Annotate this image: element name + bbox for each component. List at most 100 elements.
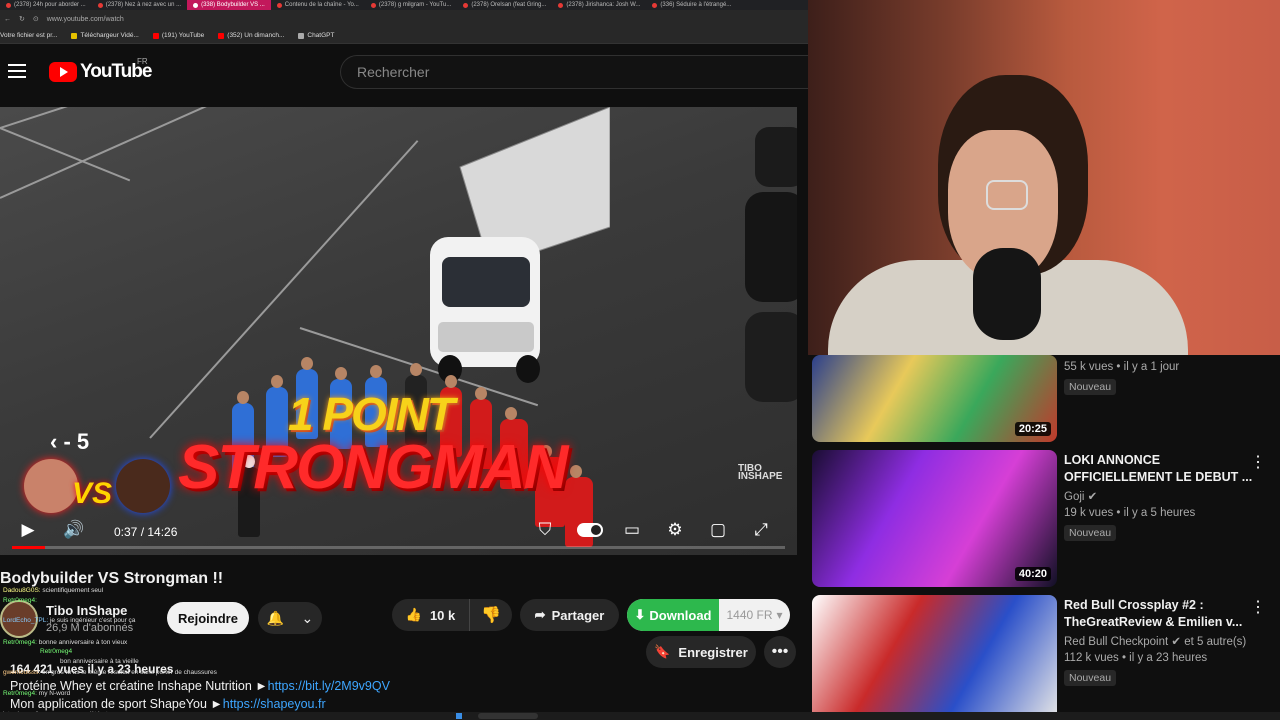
video-player[interactable]: ‹ - 5 VS 1 POINT STRONGMAN TIBO INSHAPE … (0, 107, 797, 555)
join-button[interactable]: Rejoindre (167, 602, 249, 634)
tab-label: (2378) g milgram - YouTu... (378, 2, 452, 8)
bookmark-item[interactable]: (191) YouTube (152, 32, 205, 39)
parked-cars-image (745, 127, 797, 402)
more-vertical-icon[interactable]: ⋮ (1250, 452, 1266, 472)
browser-tab[interactable]: (2378) 24h pour aborder ... (0, 0, 92, 10)
seek-back-overlay[interactable]: ‹ - 5 (50, 429, 89, 455)
quality-label: 1440 FR (726, 608, 773, 622)
youtube-favicon-icon (6, 2, 11, 8)
settings-gear-icon[interactable]: ⚙ (663, 519, 687, 541)
thumbs-down-icon: 👎 (481, 607, 501, 624)
webcam-feed (808, 0, 1280, 355)
avatar[interactable] (0, 600, 38, 638)
more-horizontal-icon: ••• (771, 643, 789, 660)
recommendation-title[interactable]: Red Bull Crossplay #2 : TheGreatReview &… (1064, 597, 1254, 631)
menu-icon[interactable] (8, 64, 26, 78)
channel-watermark: TIBO INSHAPE (738, 463, 783, 482)
quality-select[interactable]: 1440 FR ▾ (719, 599, 790, 631)
reload-icon[interactable]: ↻ (19, 15, 25, 23)
share-label: Partager (551, 607, 605, 623)
view-meta: 55 k vues • il y a 1 jour (1064, 361, 1180, 373)
youtube-favicon-icon (463, 2, 469, 8)
speaker-icon (193, 2, 199, 8)
tab-label: (2378) 24h pour aborder ... (14, 2, 86, 8)
subscribed-bell-button[interactable]: 🔔 ⌄ (258, 602, 322, 634)
description-box[interactable]: 164 421 vues il y a 23 heures Protéine W… (0, 652, 640, 720)
description-link[interactable]: https://bit.ly/2M9v9QV (268, 679, 390, 693)
bookmark-item[interactable]: Téléchargeur Vidé... (71, 32, 139, 39)
youtube-play-icon (49, 62, 77, 82)
share-button[interactable]: ➦ Partager (520, 599, 619, 631)
new-badge: Nouveau (1064, 670, 1117, 686)
browser-tab[interactable]: (2378) Nez à nez avec un ... (92, 0, 187, 10)
browser-tab-active[interactable]: (338) Bodybuilder VS ... (187, 0, 271, 10)
site-info-icon[interactable]: ⊙ (33, 15, 39, 23)
theater-mode-icon[interactable]: ▢ (706, 519, 730, 541)
region-label: FR (137, 57, 148, 66)
youtube-logo[interactable]: YouTube FR (49, 57, 152, 83)
verified-icon: ✔ (1171, 636, 1182, 648)
more-actions-button[interactable]: ••• (764, 636, 796, 668)
share-arrow-icon: ➦ (534, 607, 546, 622)
like-button[interactable]: 👍 10 k (392, 599, 470, 631)
play-icon[interactable]: ▶ (16, 519, 40, 541)
new-badge: Nouveau (1064, 525, 1117, 541)
duration-badge: 20:25 (1014, 422, 1051, 436)
tab-label: Contenu de la chaîne - Yo... (284, 2, 359, 8)
video-title: Bodybuilder VS Strongman !! (0, 570, 224, 587)
autoplay-toggle[interactable] (576, 519, 604, 541)
save-button[interactable]: 🔖 Enregistrer (646, 636, 756, 668)
browser-tab[interactable]: (2378) Jirishanca: Josh W... (552, 0, 646, 10)
tab-label: (338) Bodybuilder VS ... (201, 2, 265, 8)
channel-name[interactable]: Goji ✔ (1064, 489, 1097, 503)
fullscreen-icon[interactable]: ⤢ (749, 519, 773, 541)
video-thumbnail[interactable] (812, 595, 1057, 720)
chatgpt-icon (298, 32, 305, 39)
windows-taskbar (0, 712, 1280, 720)
view-count: 164 421 vues il y a 23 heures (10, 662, 174, 676)
url-field[interactable]: www.youtube.com/watch (47, 16, 124, 23)
windows-start-icon[interactable] (456, 713, 462, 719)
bookmark-label: (191) YouTube (161, 32, 205, 39)
like-count: 10 k (429, 607, 456, 623)
bookmark-item[interactable]: Votre fichier est pr... (0, 32, 57, 39)
volume-icon[interactable]: 🔊 (62, 519, 86, 541)
download-button[interactable]: ⬇ Download 1440 FR ▾ (627, 599, 790, 631)
back-arrow-icon[interactable]: ← (4, 16, 11, 23)
tab-label: (2378) Jirishanca: Josh W... (566, 2, 641, 8)
subtitles-icon[interactable]: ▭ (620, 519, 644, 541)
progress-bar[interactable] (12, 546, 785, 549)
shield-icon[interactable]: ⛉ (533, 519, 557, 541)
browser-tab[interactable]: Contenu de la chaîne - Yo... (271, 0, 365, 10)
browser-tab-bar: (2378) 24h pour aborder ... (2378) Nez à… (0, 0, 808, 10)
recommendations-list: 20:25 55 k vues • il y a 1 jour Nouveau … (808, 355, 1280, 720)
video-thumbnail[interactable]: 40:20 (812, 450, 1057, 587)
channel-name[interactable]: Red Bull Checkpoint ✔ et 5 autre(s) (1064, 634, 1246, 648)
view-meta: 112 k vues • il y a 23 heures (1064, 652, 1208, 664)
description-link[interactable]: https://shapeyou.fr (223, 697, 326, 711)
browser-tab[interactable]: (336) Séduire à l'étrangé... (646, 0, 737, 10)
bell-icon: 🔔 (266, 609, 285, 626)
more-vertical-icon[interactable]: ⋮ (1250, 597, 1266, 617)
strongman-overlay-text: STRONGMAN (178, 433, 568, 502)
youtube-favicon-icon (370, 2, 376, 8)
duration-badge: 40:20 (1014, 567, 1051, 581)
taskbar-search-icon[interactable] (478, 713, 538, 719)
progress-fill (12, 546, 46, 549)
browser-tab[interactable]: (2378) Orelsan (feat Gring... (457, 0, 552, 10)
browser-tab[interactable]: (2378) g milgram - YouTu... (365, 0, 457, 10)
subscriber-count: 26,9 M d'abonnés (46, 622, 134, 634)
tab-label: (2378) Orelsan (feat Gring... (471, 2, 547, 8)
tab-label: (336) Séduire à l'étrangé... (660, 2, 732, 8)
like-dislike-group: 👍 10 k 👎 (392, 599, 512, 631)
tab-label: (2378) Nez à nez avec un ... (105, 2, 182, 8)
recommendation-title[interactable]: LOKI ANNONCE OFFICIELLEMENT LE DEBUT ... (1064, 452, 1254, 486)
bookmark-item[interactable]: (352) Un dimanch... (218, 32, 284, 39)
video-thumbnail[interactable]: 20:25 (812, 355, 1057, 442)
truck-image (430, 107, 610, 383)
dislike-button[interactable]: 👎 (470, 599, 512, 631)
channel-name[interactable]: Tibo InShape (46, 603, 127, 618)
youtube-favicon-icon (97, 2, 103, 8)
search-input[interactable]: Rechercher (340, 55, 810, 89)
bookmark-item[interactable]: ChatGPT (298, 32, 334, 39)
